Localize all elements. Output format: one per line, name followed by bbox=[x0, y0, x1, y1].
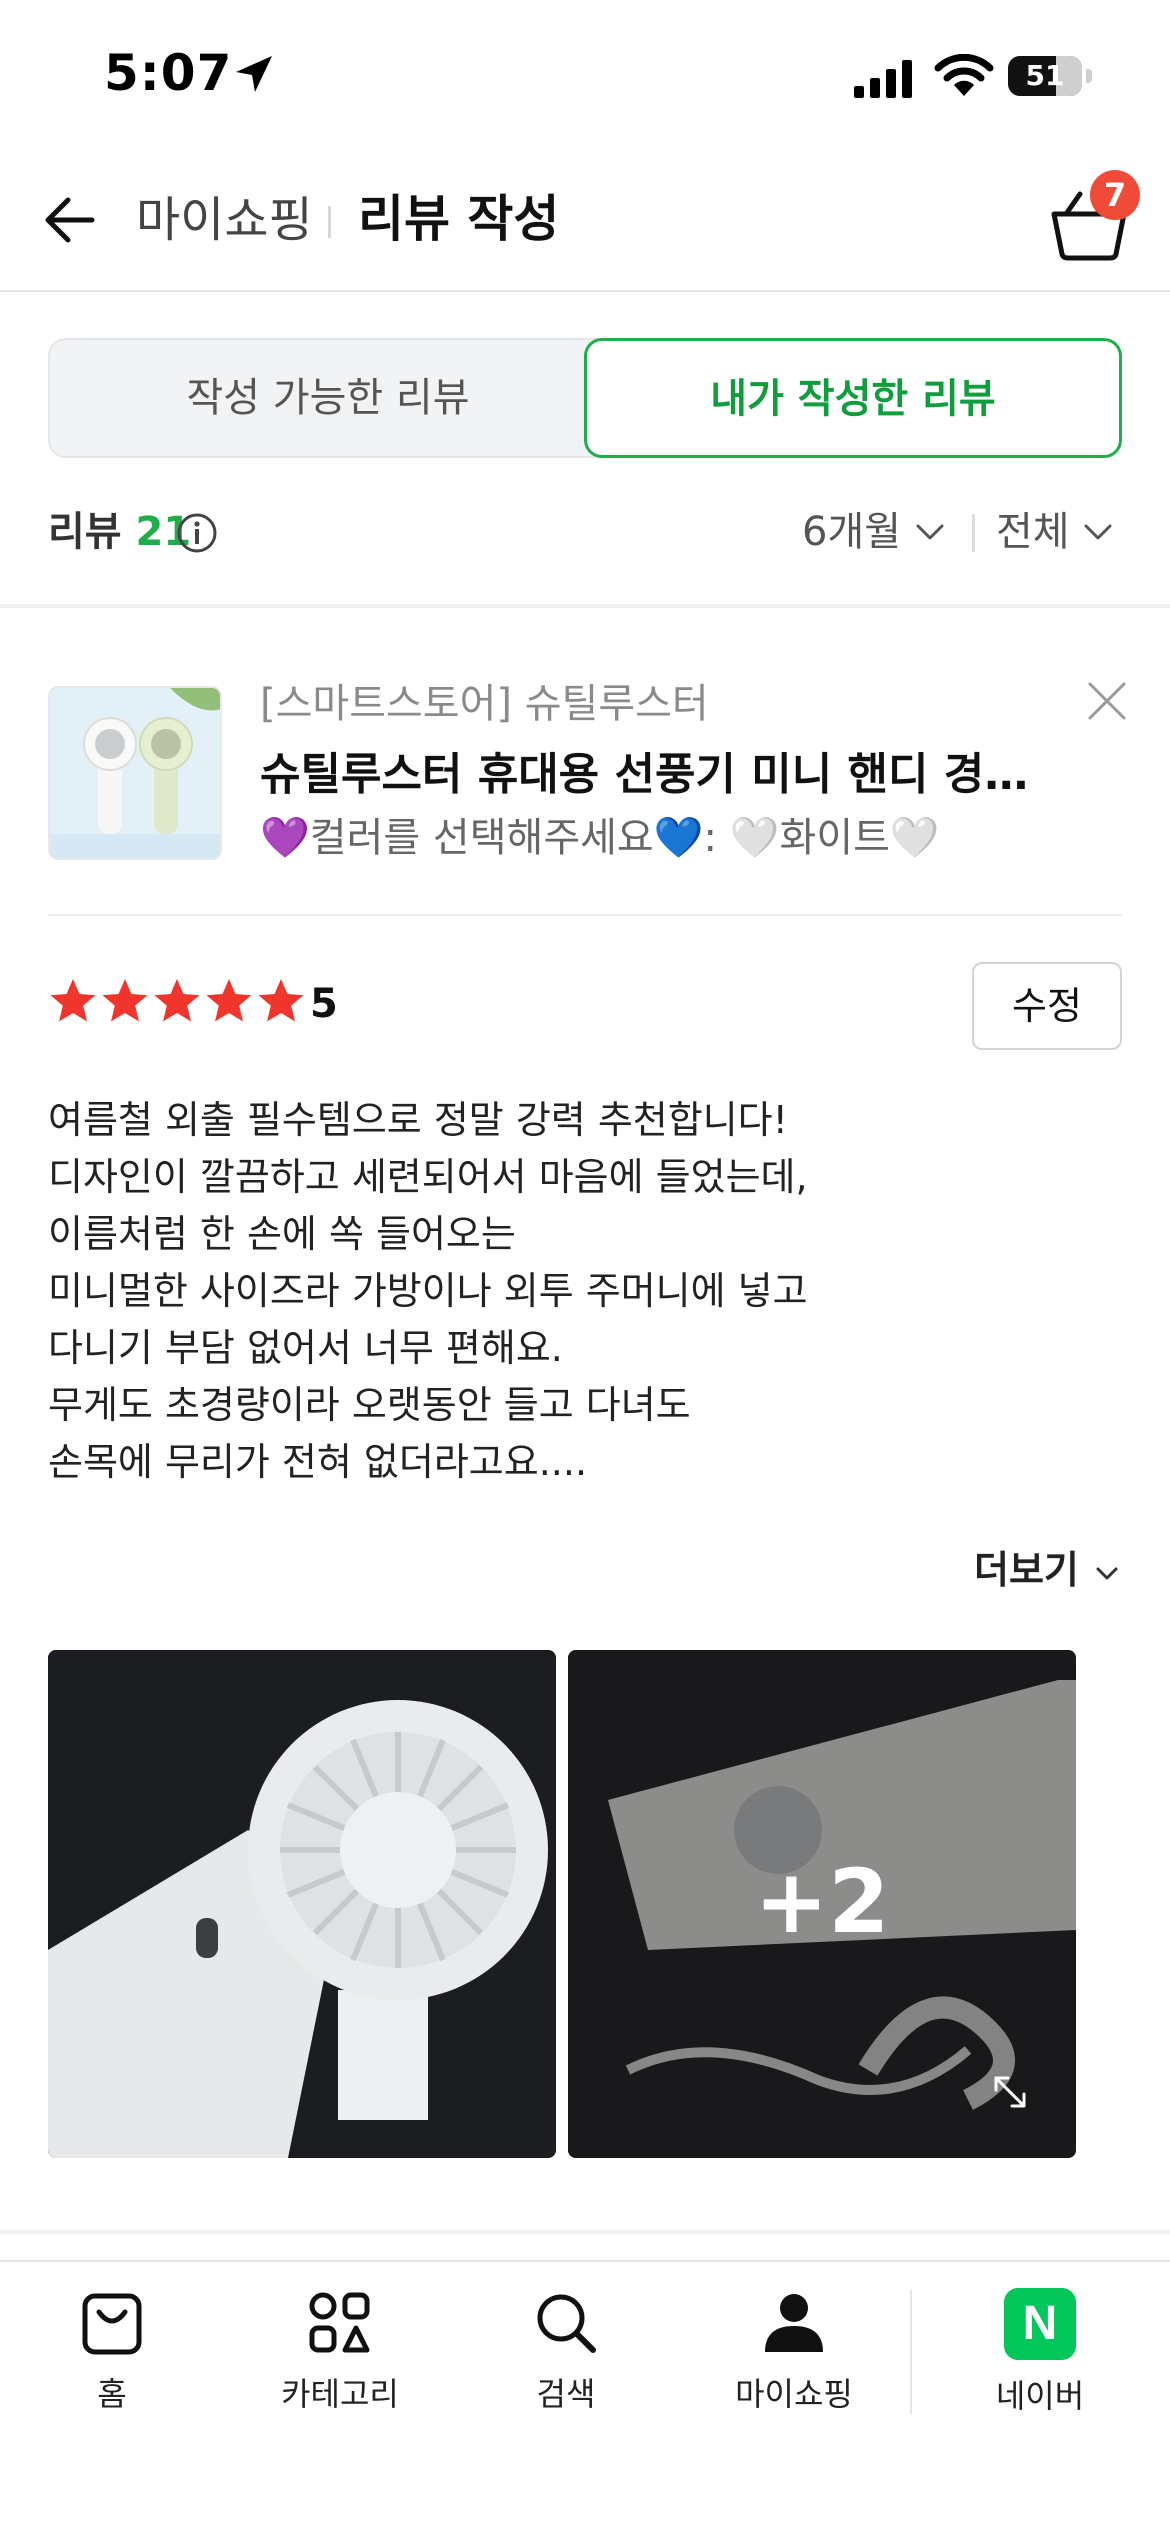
wifi-icon bbox=[934, 54, 994, 96]
review-count: 리뷰 21 bbox=[48, 504, 191, 560]
type-filter-dropdown[interactable]: 전체 bbox=[996, 504, 1070, 560]
store-name[interactable]: [스마트스토어] 슈틸루스터 bbox=[260, 674, 709, 734]
battery-icon: 51 bbox=[1008, 56, 1082, 96]
review-text-line: 여름철 외출 필수템으로 정말 강력 추천합니다! bbox=[48, 1098, 788, 1142]
top-app-bar: 마이쇼핑 리뷰 작성 7 bbox=[0, 150, 1170, 292]
battery-tip bbox=[1086, 69, 1092, 83]
more-photos-count: +2 bbox=[754, 1850, 890, 1953]
more-button[interactable]: 더보기 bbox=[974, 1540, 1122, 1600]
bottom-navigation: 홈 카테고리 검색 마이쇼핑 N 네이버 bbox=[0, 2260, 1170, 2532]
breadcrumb-divider bbox=[328, 206, 331, 238]
product-thumbnail[interactable] bbox=[48, 686, 222, 860]
shopping-bag-icon bbox=[82, 2293, 142, 2355]
location-arrow-icon bbox=[236, 56, 272, 92]
review-photo[interactable] bbox=[48, 1650, 556, 2158]
nav-label: 검색 bbox=[536, 2375, 596, 2413]
star-icon bbox=[154, 979, 200, 1022]
expand-icon[interactable] bbox=[988, 2070, 1032, 2114]
person-icon bbox=[765, 2294, 823, 2352]
nav-label: 네이버 bbox=[995, 2377, 1085, 2415]
review-text-line: 손목에 무리가 전혀 없더라고요.... bbox=[48, 1440, 588, 1484]
cellular-signal-icon bbox=[854, 60, 912, 98]
nav-label: 마이쇼핑 bbox=[735, 2375, 853, 2413]
filter-divider bbox=[972, 514, 975, 552]
review-photo-more[interactable]: +2 bbox=[568, 1650, 1076, 2158]
mini-fan-image bbox=[50, 688, 220, 858]
review-tabs: 작성 가능한 리뷰 내가 작성한 리뷰 bbox=[48, 338, 1122, 458]
breadcrumb-parent[interactable]: 마이쇼핑 bbox=[136, 188, 313, 252]
more-label: 더보기 bbox=[974, 1548, 1079, 1592]
review-text-line: 이름처럼 한 손에 쏙 들어오는 bbox=[48, 1212, 516, 1256]
tab-writable-reviews[interactable]: 작성 가능한 리뷰 bbox=[48, 338, 608, 458]
review-text-line: 디자인이 깔끔하고 세련되어서 마음에 들었는데, bbox=[48, 1155, 808, 1199]
edit-review-button[interactable]: 수정 bbox=[972, 962, 1122, 1050]
section-divider bbox=[0, 604, 1170, 608]
section-divider bbox=[0, 2230, 1170, 2234]
star-icon bbox=[258, 979, 304, 1022]
star-rating bbox=[48, 976, 308, 1028]
fan-photo bbox=[48, 1650, 556, 2158]
review-count-label: 리뷰 bbox=[48, 509, 122, 555]
chevron-down-icon bbox=[916, 524, 944, 540]
star-icon bbox=[206, 979, 252, 1022]
nav-item-home[interactable]: 홈 bbox=[12, 2288, 212, 2438]
nav-item-my-shopping[interactable]: 마이쇼핑 bbox=[694, 2288, 894, 2438]
nav-divider bbox=[910, 2290, 912, 2414]
status-time: 5:07 bbox=[104, 44, 233, 102]
star-icon bbox=[50, 979, 96, 1022]
battery-level: 51 bbox=[1025, 59, 1065, 92]
chevron-down-icon bbox=[1096, 1567, 1118, 1579]
star-icon bbox=[102, 979, 148, 1022]
page-title: 리뷰 작성 bbox=[358, 190, 560, 248]
nav-item-category[interactable]: 카테고리 bbox=[240, 2288, 440, 2438]
tab-my-reviews[interactable]: 내가 작성한 리뷰 bbox=[584, 338, 1122, 458]
close-icon[interactable] bbox=[1082, 676, 1132, 726]
review-text-line: 다니기 부담 없어서 너무 편해요. bbox=[48, 1326, 563, 1370]
category-grid-icon bbox=[309, 2292, 370, 2353]
naver-logo-icon: N bbox=[1004, 2288, 1076, 2360]
review-text-line: 무게도 초경량이라 오랫동안 들고 다녀도 bbox=[48, 1383, 691, 1427]
chevron-down-icon bbox=[1084, 524, 1112, 540]
review-text[interactable]: 여름철 외출 필수템으로 정말 강력 추천합니다! 디자인이 깔끔하고 세련되어… bbox=[48, 1092, 1122, 1491]
search-icon bbox=[537, 2294, 596, 2353]
product-name[interactable]: 슈틸루스터 휴대용 선풍기 미니 핸디 경량 … bbox=[260, 744, 1060, 806]
period-filter-dropdown[interactable]: 6개월 bbox=[802, 504, 901, 560]
cart-count-badge: 7 bbox=[1090, 170, 1140, 220]
rating-value: 5 bbox=[310, 981, 338, 1027]
nav-label: 홈 bbox=[97, 2375, 127, 2413]
divider bbox=[48, 914, 1122, 916]
info-icon[interactable] bbox=[176, 512, 218, 554]
back-arrow-icon[interactable] bbox=[40, 188, 104, 252]
review-text-line: 미니멀한 사이즈라 가방이나 외투 주머니에 넣고 bbox=[48, 1269, 808, 1313]
nav-label: 카테고리 bbox=[281, 2375, 399, 2413]
nav-item-naver[interactable]: N 네이버 bbox=[940, 2288, 1140, 2438]
status-bar: 5:07 51 bbox=[0, 0, 1170, 150]
product-option: 💜컬러를 선택해주세요💙: 🤍화이트🤍 bbox=[260, 815, 940, 861]
nav-item-search[interactable]: 검색 bbox=[466, 2288, 666, 2438]
